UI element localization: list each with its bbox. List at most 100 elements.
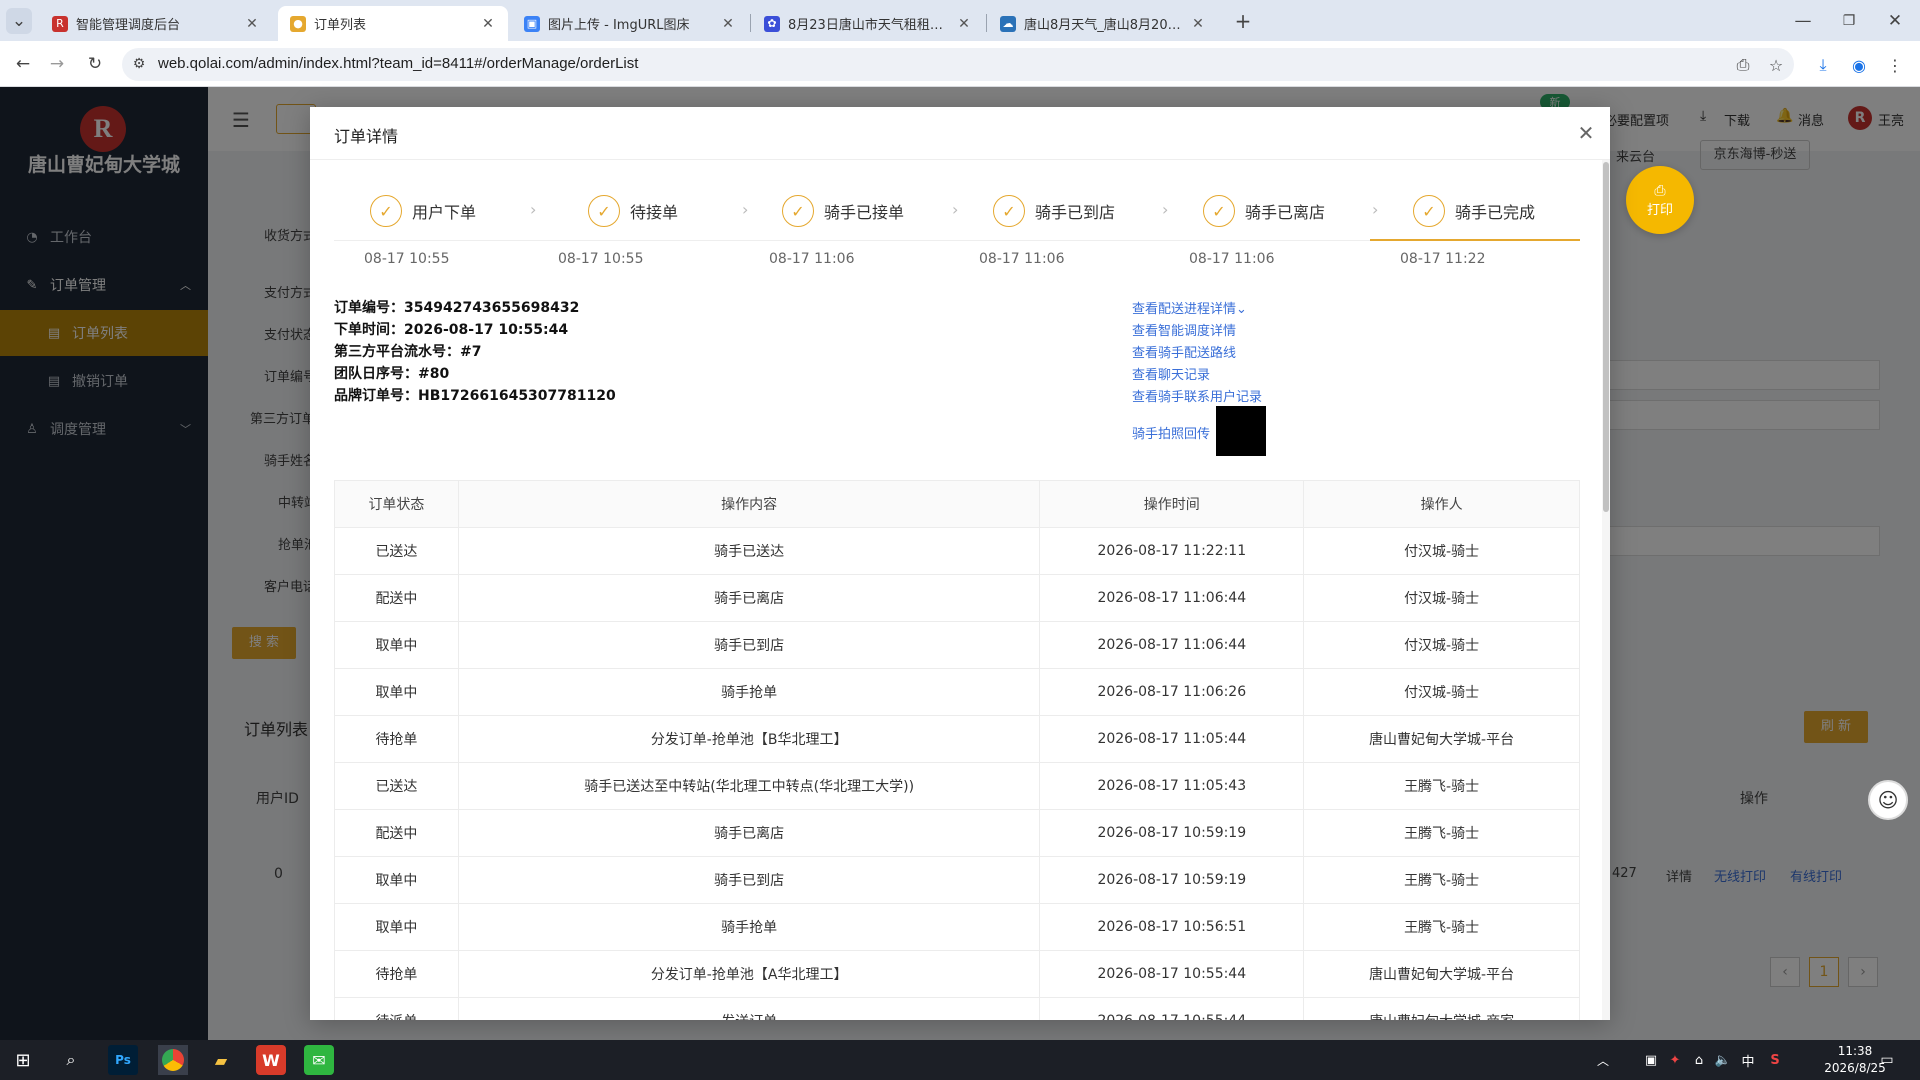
modal-scroll-thumb[interactable] xyxy=(1603,162,1609,512)
browser-tab-4[interactable]: ✿ 8月23日唐山市天气租租车_百度 ✕ xyxy=(752,6,984,41)
table-cell: 取单中 xyxy=(334,621,459,669)
table-cell: 付汉城-骑士 xyxy=(1303,527,1580,575)
download-icon[interactable]: ⤓ xyxy=(1810,52,1836,78)
restore-icon[interactable]: ❐ xyxy=(1836,8,1862,34)
new-tab-icon[interactable]: + xyxy=(1230,8,1256,34)
order-time-row: 下单时间：2026-08-17 10:55:44 xyxy=(334,322,569,338)
wechat-icon[interactable]: ✉ xyxy=(304,1045,334,1075)
steps-active-indicator xyxy=(1370,239,1580,241)
chevron-right-icon: › xyxy=(1372,200,1379,219)
window-close-icon[interactable]: ✕ xyxy=(1882,8,1908,34)
sogou-icon[interactable]: S xyxy=(1760,1045,1790,1075)
delivery-progress-link[interactable]: 查看配送进程详情⌄ xyxy=(1132,298,1247,317)
tab-search-icon[interactable]: ⌄ xyxy=(6,8,32,34)
url-text[interactable]: web.qolai.com/admin/index.html?team_id=8… xyxy=(158,55,638,72)
table-cell: 2026-08-17 10:55:44 xyxy=(1039,950,1305,998)
minimize-icon[interactable]: — xyxy=(1790,8,1816,34)
table-row: 待抢单 分发订单-抢单池【B华北理工】 2026-08-17 11:05:44 唐山曹… xyxy=(334,715,1580,763)
step-time: 08-17 10:55 xyxy=(558,251,644,267)
tab-title: 8月23日唐山市天气租租车_百度 xyxy=(788,18,948,33)
check-circle-icon: ✓ xyxy=(782,195,814,227)
site-info-icon[interactable]: ⚙ xyxy=(126,51,152,77)
step-time: 08-17 11:22 xyxy=(1400,251,1486,267)
forward-icon[interactable]: → xyxy=(44,51,70,77)
notification-icon[interactable]: ▭ xyxy=(1872,1045,1902,1075)
column-header: 操作时间 xyxy=(1039,480,1305,528)
search-icon[interactable]: ⌕ xyxy=(56,1045,86,1075)
print-button[interactable]: ⎙ 打印 xyxy=(1626,166,1694,234)
browser-tab-1[interactable]: R 智能管理调度后台 ✕ xyxy=(40,6,272,41)
browser-tab-2[interactable]: ● 订单列表 ✕ xyxy=(278,6,508,41)
close-icon[interactable]: ✕ xyxy=(720,16,736,32)
app-logo-icon: ● xyxy=(290,15,306,32)
check-circle-icon: ✓ xyxy=(370,195,402,227)
file-explorer-icon[interactable]: ▰ xyxy=(206,1045,236,1075)
chevron-right-icon: › xyxy=(742,200,749,219)
table-cell: 王腾飞-骑士 xyxy=(1303,809,1580,857)
back-icon[interactable]: ← xyxy=(10,51,36,77)
third-party-serial-row: 第三方平台流水号：#7 xyxy=(334,344,482,360)
check-circle-icon: ✓ xyxy=(588,195,620,227)
column-header: 操作人 xyxy=(1303,480,1580,528)
table-cell: 2026-08-17 11:05:44 xyxy=(1039,715,1305,763)
table-cell: 骑手已到店 xyxy=(457,856,1041,904)
table-row: 配送中 骑手已离店 2026-08-17 11:06:44 付汉城-骑士 xyxy=(334,574,1580,622)
browser-tab-3[interactable]: ▣ 图片上传 - ImgURL图床 ✕ xyxy=(512,6,748,41)
close-icon[interactable]: ✕ xyxy=(956,16,972,32)
rider-route-link[interactable]: 查看骑手配送路线 xyxy=(1132,342,1236,361)
chrome-icon[interactable] xyxy=(158,1045,188,1075)
table-cell: 骑手抢单 xyxy=(457,903,1041,951)
photoshop-icon[interactable]: Ps xyxy=(108,1045,138,1075)
tray-up-icon[interactable]: ︿ xyxy=(1588,1045,1618,1075)
table-cell: 王腾飞-骑士 xyxy=(1303,856,1580,904)
close-icon[interactable]: ✕ xyxy=(1190,16,1206,32)
step-left-store: ✓ 骑手已离店 xyxy=(1203,195,1325,227)
table-cell: 骑手已到店 xyxy=(457,621,1041,669)
close-icon[interactable]: ✕ xyxy=(480,16,496,32)
table-cell: 唐山曹妃甸大学城-商家 xyxy=(1303,997,1580,1020)
close-icon[interactable]: ✕ xyxy=(1574,121,1598,145)
rider-photo[interactable] xyxy=(1216,406,1266,456)
table-cell: 取单中 xyxy=(334,668,459,716)
assistant-avatar[interactable]: ☺ xyxy=(1868,780,1908,820)
step-time: 08-17 11:06 xyxy=(979,251,1065,267)
ime-indicator[interactable]: 中 xyxy=(1733,1045,1763,1075)
step-time: 08-17 11:06 xyxy=(1189,251,1275,267)
table-row: 取单中 骑手已到店 2026-08-17 10:59:19 王腾飞-骑士 xyxy=(334,856,1580,904)
install-icon[interactable]: ⎙ xyxy=(1730,52,1756,78)
table-row: 待派单发送订单2026-08-17 10:55:44唐山曹妃甸大学城-商家 xyxy=(334,997,1580,1020)
close-icon[interactable]: ✕ xyxy=(244,16,260,32)
tab-title: 图片上传 - ImgURL图床 xyxy=(548,18,690,33)
dispatch-detail-link[interactable]: 查看智能调度详情 xyxy=(1132,320,1236,339)
step-label: 待接单 xyxy=(630,203,679,222)
column-header: 操作内容 xyxy=(457,480,1041,528)
bookmark-star-icon[interactable]: ☆ xyxy=(1763,52,1789,78)
menu-dots-icon[interactable]: ⋮ xyxy=(1882,52,1908,78)
profile-icon[interactable]: ◉ xyxy=(1846,52,1872,78)
table-cell: 2026-08-17 11:05:43 xyxy=(1039,762,1305,810)
step-label: 用户下单 xyxy=(412,203,477,222)
table-cell: 发送订单 xyxy=(457,997,1041,1020)
windows-start-icon[interactable]: ⊞ xyxy=(8,1045,38,1075)
divider xyxy=(310,159,1610,160)
browser-tab-5[interactable]: ☁ 唐山8月天气_唐山8月20日天气 ✕ xyxy=(988,6,1218,41)
check-circle-icon: ✓ xyxy=(1413,195,1445,227)
step-user-order: ✓ 用户下单 xyxy=(370,195,476,227)
team-daily-seq-row: 团队日序号：#80 xyxy=(334,366,450,382)
rider-photo-link[interactable]: 骑手拍照回传 xyxy=(1132,423,1210,442)
wps-icon[interactable]: W xyxy=(256,1045,286,1075)
paw-icon: ✿ xyxy=(764,15,780,32)
operation-log-table: 订单状态 操作内容 操作时间 操作人 已送达 骑手已送达 2026-08-17 11… xyxy=(334,480,1580,1020)
reload-icon[interactable]: ↻ xyxy=(82,51,108,77)
table-cell: 2026-08-17 11:06:44 xyxy=(1039,574,1305,622)
table-cell: 2026-08-17 10:59:19 xyxy=(1039,856,1305,904)
table-row: 取单中 骑手抢单 2026-08-17 10:56:51 王腾飞-骑士 xyxy=(334,903,1580,951)
table-cell: 配送中 xyxy=(334,574,459,622)
step-label: 骑手已离店 xyxy=(1245,203,1326,222)
rider-contact-link[interactable]: 查看骑手联系用户记录 xyxy=(1132,386,1262,405)
check-circle-icon: ✓ xyxy=(993,195,1025,227)
table-cell: 付汉城-骑士 xyxy=(1303,668,1580,716)
chat-record-link[interactable]: 查看聊天记录 xyxy=(1132,364,1210,383)
table-cell: 待抢单 xyxy=(334,715,459,763)
table-header-row: 订单状态 操作内容 操作时间 操作人 xyxy=(334,480,1580,528)
